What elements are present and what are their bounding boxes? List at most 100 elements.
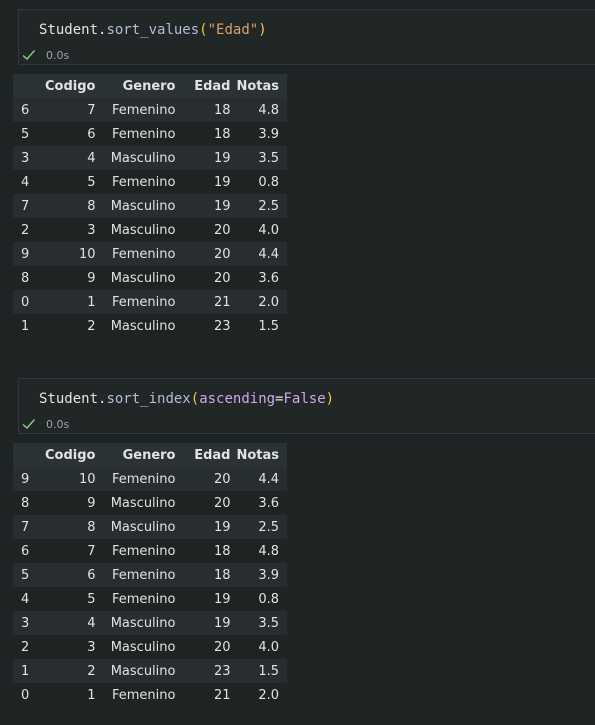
code-cell-1[interactable]: Student.sort_values("Edad") 0.0s xyxy=(18,9,595,65)
row-index: 9 xyxy=(21,246,30,262)
cell-genero: Masculino xyxy=(110,150,176,166)
cell-notas: 0.8 xyxy=(258,174,280,190)
cell-notas: 4.4 xyxy=(258,246,280,262)
cell-genero: Femenino xyxy=(112,102,176,118)
cell-genero: Masculino xyxy=(110,519,176,535)
table-row: 2 3 Masculino 20 4.0 xyxy=(13,635,288,659)
row-index: 0 xyxy=(21,687,30,703)
cell-notas: 2.0 xyxy=(258,687,280,703)
code-method: sort_index xyxy=(106,391,191,407)
cell-edad: 18 xyxy=(213,567,231,583)
code-object: Student xyxy=(39,391,99,407)
code-line[interactable]: Student.sort_values("Edad") xyxy=(39,22,267,38)
code-cell-2[interactable]: Student.sort_index(ascending=False) 0.0s xyxy=(18,378,595,434)
table-row: 4 5 Femenino 19 0.8 xyxy=(13,170,288,194)
column-header-edad: Edad xyxy=(194,78,231,94)
cell-edad: 19 xyxy=(213,150,231,166)
cell-codigo: 3 xyxy=(87,222,96,238)
column-header-codigo: Codigo xyxy=(45,447,96,463)
column-header-notas: Notas xyxy=(236,447,280,463)
code-line[interactable]: Student.sort_index(ascending=False) xyxy=(39,391,334,407)
cell-edad: 19 xyxy=(213,198,231,214)
cell-codigo: 7 xyxy=(87,543,96,559)
column-header-index xyxy=(13,443,45,467)
cell-genero: Masculino xyxy=(110,198,176,214)
cell-codigo: 9 xyxy=(87,495,96,511)
cell-edad: 21 xyxy=(213,687,231,703)
table-row: 6 7 Femenino 18 4.8 xyxy=(13,98,288,122)
row-index: 5 xyxy=(21,126,30,142)
column-header-codigo: Codigo xyxy=(45,78,96,94)
cell-edad: 20 xyxy=(213,270,231,286)
table-row: 3 4 Masculino 19 3.5 xyxy=(13,611,288,635)
cell-edad: 19 xyxy=(213,615,231,631)
column-header-genero: Genero xyxy=(122,447,176,463)
code-object: Student xyxy=(39,22,99,38)
cell-notas: 0.8 xyxy=(258,591,280,607)
cell-notas: 4.8 xyxy=(258,543,280,559)
row-index: 3 xyxy=(21,615,30,631)
row-index: 2 xyxy=(21,639,30,655)
cell-codigo: 6 xyxy=(87,126,96,142)
cell-codigo: 1 xyxy=(87,294,96,310)
execution-status: 0.0s xyxy=(21,47,69,63)
notebook-cell-2: Student.sort_index(ascending=False) 0.0s… xyxy=(0,369,595,725)
row-index: 7 xyxy=(21,519,30,535)
cell-edad: 20 xyxy=(213,471,231,487)
cell-codigo: 10 xyxy=(78,471,96,487)
table-row: 6 7 Femenino 18 4.8 xyxy=(13,539,288,563)
code-kwarg-name: ascending xyxy=(199,391,276,407)
cell-genero: Masculino xyxy=(110,663,176,679)
row-index: 4 xyxy=(21,174,30,190)
row-index: 4 xyxy=(21,591,30,607)
notebook-cell-1: Student.sort_values("Edad") 0.0s Codigo … xyxy=(0,0,595,345)
cell-codigo: 8 xyxy=(87,198,96,214)
column-header-index xyxy=(13,74,45,98)
table-row: 8 9 Masculino 20 3.6 xyxy=(13,266,288,290)
row-index: 1 xyxy=(21,663,30,679)
table-header-row: Codigo Genero Edad Notas xyxy=(13,74,288,98)
cell-edad: 19 xyxy=(213,174,231,190)
cell-notas: 3.9 xyxy=(258,567,280,583)
cell-genero: Masculino xyxy=(110,639,176,655)
cell-notas: 3.9 xyxy=(258,126,280,142)
cell-edad: 18 xyxy=(213,543,231,559)
table-row: 0 1 Femenino 21 2.0 xyxy=(13,290,288,314)
cell-edad: 21 xyxy=(213,294,231,310)
cell-notas: 2.5 xyxy=(258,198,280,214)
cell-codigo: 5 xyxy=(87,591,96,607)
row-index: 3 xyxy=(21,150,30,166)
cell-genero: Masculino xyxy=(110,270,176,286)
cell-notas: 3.5 xyxy=(258,150,280,166)
table-row: 2 3 Masculino 20 4.0 xyxy=(13,218,288,242)
cell-edad: 23 xyxy=(213,663,231,679)
column-header-genero: Genero xyxy=(122,78,176,94)
cell-genero: Masculino xyxy=(110,495,176,511)
cell-codigo: 7 xyxy=(87,102,96,118)
table-row: 0 1 Femenino 21 2.0 xyxy=(13,683,288,707)
cell-codigo: 3 xyxy=(87,639,96,655)
column-header-edad: Edad xyxy=(194,447,231,463)
check-icon xyxy=(22,419,36,429)
table-row: 9 10 Femenino 20 4.4 xyxy=(13,242,288,266)
table-row: 1 2 Masculino 23 1.5 xyxy=(13,314,288,338)
code-open-paren: ( xyxy=(199,22,208,38)
execution-status: 0.0s xyxy=(21,416,69,432)
cell-notas: 1.5 xyxy=(258,318,280,334)
cell-edad: 19 xyxy=(213,519,231,535)
cell-genero: Femenino xyxy=(112,567,176,583)
cell-genero: Masculino xyxy=(110,318,176,334)
cell-edad: 23 xyxy=(213,318,231,334)
cell-codigo: 1 xyxy=(87,687,96,703)
cell-notas: 2.5 xyxy=(258,519,280,535)
code-kwarg-value: False xyxy=(283,391,326,407)
cell-codigo: 4 xyxy=(87,615,96,631)
cell-genero: Femenino xyxy=(112,687,176,703)
code-argument-string: "Edad" xyxy=(207,22,259,38)
row-index: 6 xyxy=(21,102,30,118)
table-row: 4 5 Femenino 19 0.8 xyxy=(13,587,288,611)
table-row: 7 8 Masculino 19 2.5 xyxy=(13,194,288,218)
cell-notas: 4.0 xyxy=(258,222,280,238)
row-index: 5 xyxy=(21,567,30,583)
row-index: 8 xyxy=(21,495,30,511)
